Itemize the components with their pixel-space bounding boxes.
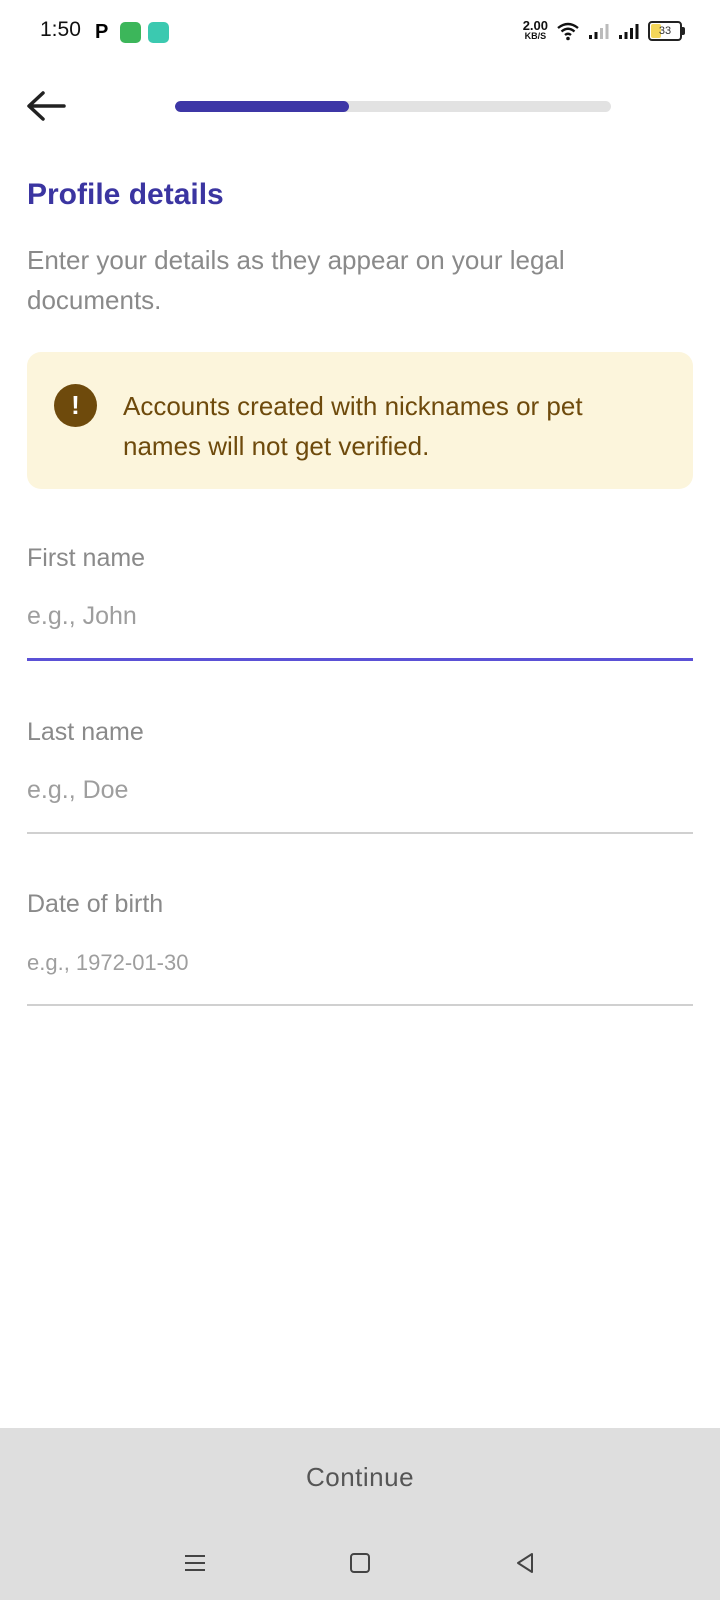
progress-bar-fill — [175, 101, 350, 112]
messages-app-icon — [120, 21, 141, 43]
progress-bar — [175, 101, 611, 112]
last-name-underline — [27, 832, 693, 834]
continue-button[interactable]: Continue — [0, 1428, 720, 1526]
warning-text: Accounts created with nicknames or pet n… — [123, 391, 583, 461]
last-name-input[interactable] — [27, 762, 693, 818]
warning-banner: ! Accounts created with nicknames or pet… — [27, 352, 693, 489]
battery-level: 33 — [658, 25, 672, 37]
home-button[interactable] — [345, 1548, 375, 1578]
first-name-label: First name — [27, 544, 146, 572]
triangle-back-icon — [517, 1553, 533, 1573]
exclamation-icon: ! — [54, 384, 97, 427]
system-back-button[interactable] — [510, 1548, 540, 1578]
last-name-label: Last name — [27, 718, 144, 746]
status-indicators: 2.00 KB/S 33 — [523, 19, 685, 42]
first-name-underline — [27, 658, 693, 661]
page-subtitle: Enter your details as they appear on you… — [27, 245, 565, 315]
first-name-input[interactable] — [27, 588, 693, 644]
network-speed: 2.00 KB/S — [523, 19, 548, 42]
battery-icon: 33 — [648, 21, 685, 41]
notification-icons: P — [95, 21, 169, 43]
status-time: 1:50 — [40, 18, 81, 41]
wifi-icon — [557, 22, 579, 41]
network-speed-unit: KB/S — [524, 31, 547, 41]
system-nav-bar — [0, 1526, 720, 1600]
p-app-icon: P — [95, 21, 109, 43]
recents-button[interactable] — [180, 1548, 210, 1578]
menu-lines-icon — [185, 1555, 205, 1571]
back-button[interactable] — [22, 86, 68, 126]
arrow-left-icon — [27, 91, 66, 121]
footer: Continue — [0, 1428, 720, 1600]
status-bar: 1:50 P 2.00 KB/S 33 — [0, 0, 720, 64]
date-of-birth-label: Date of birth — [27, 890, 164, 918]
square-icon — [350, 1553, 370, 1573]
chat-app-icon — [148, 21, 169, 43]
signal-icon-sim1 — [589, 24, 609, 39]
page-title: Profile details — [27, 178, 224, 211]
date-of-birth-underline — [27, 1004, 693, 1006]
date-of-birth-input[interactable] — [27, 934, 693, 990]
signal-icon-sim2 — [619, 24, 639, 39]
